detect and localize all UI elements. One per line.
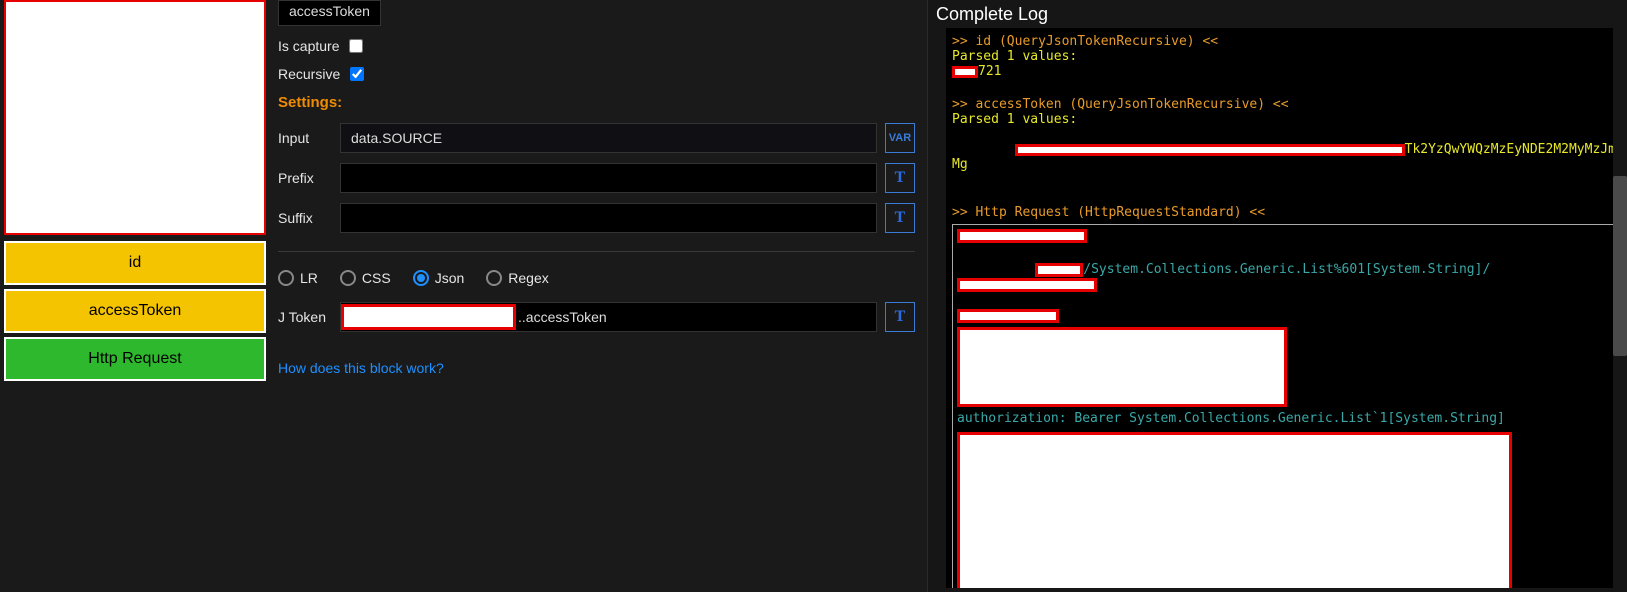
log-line: >> id (QueryJsonTokenRecursive) << (952, 34, 1623, 49)
log-line: >> Http Request (HttpRequestStandard) << (952, 205, 1623, 220)
block-accesstoken[interactable]: accessToken (4, 289, 266, 333)
var-name-display: accessToken (278, 0, 381, 26)
recursive-label: Recursive (278, 66, 340, 82)
redacted-segment (957, 229, 1087, 243)
suffix-field[interactable] (340, 203, 877, 233)
radio-css[interactable]: CSS (340, 270, 391, 286)
suffix-t-button[interactable]: T (885, 203, 915, 233)
prefix-label: Prefix (278, 170, 340, 186)
redacted-segment (957, 278, 1097, 292)
input-label: Input (278, 130, 340, 146)
redacted-segment (957, 327, 1287, 407)
block-http-request[interactable]: Http Request (4, 337, 266, 381)
jtoken-field[interactable] (607, 309, 876, 326)
prefix-t-button[interactable]: T (885, 163, 915, 193)
input-field[interactable] (340, 123, 877, 153)
redacted-segment (957, 309, 1059, 323)
recursive-checkbox[interactable] (350, 67, 364, 81)
log-line: authorization: Bearer System.Collections… (957, 411, 1618, 426)
log-line: Parsed 1 values: (952, 49, 1623, 64)
redacted-segment (957, 432, 1512, 588)
radio-regex[interactable]: Regex (486, 270, 548, 286)
suffix-label: Suffix (278, 210, 340, 226)
settings-header: Settings: (278, 94, 915, 111)
redacted-segment (952, 66, 978, 78)
jtoken-label: J Token (278, 309, 340, 325)
log-scrollbar-thumb[interactable] (1613, 176, 1627, 356)
divider (278, 251, 915, 252)
redacted-segment (1015, 144, 1405, 156)
var-button[interactable]: VAR (885, 123, 915, 153)
block-id[interactable]: id (4, 241, 266, 285)
is-capture-checkbox[interactable] (349, 39, 363, 53)
redacted-segment (1035, 263, 1083, 277)
log-line: >> accessToken (QueryJsonTokenRecursive)… (952, 97, 1623, 112)
editor-canvas[interactable] (4, 0, 266, 235)
jtoken-suffix-text: ..accessToken (518, 309, 607, 325)
is-capture-label: Is capture (278, 38, 339, 54)
log-line: 721 (952, 64, 1623, 79)
log-title: Complete Log (928, 0, 1627, 28)
jtoken-redacted (341, 304, 516, 330)
log-line: /System.Collections.Generic.List%601[Sys… (957, 247, 1618, 307)
parse-mode-radios: LR CSS Json Regex (278, 270, 915, 286)
log-line: Parsed 1 values: (952, 112, 1623, 127)
log-scrollbar-track[interactable] (1613, 26, 1627, 592)
log-body[interactable]: >> id (QueryJsonTokenRecursive) << Parse… (946, 28, 1623, 588)
jtoken-t-button[interactable]: T (885, 302, 915, 332)
prefix-field[interactable] (340, 163, 877, 193)
help-link[interactable]: How does this block work? (278, 360, 444, 376)
radio-lr[interactable]: LR (278, 270, 318, 286)
radio-json[interactable]: Json (413, 270, 465, 286)
log-line: Tk2YzQwYWQzMzEyNDE2M2MyMzJmMg (952, 127, 1623, 187)
